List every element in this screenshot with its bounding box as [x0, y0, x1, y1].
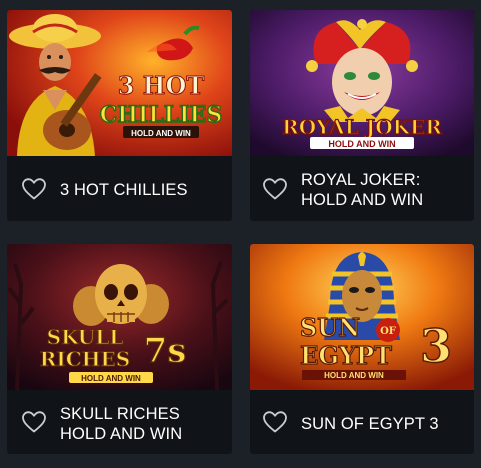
game-title-line1: 3 HOT CHILLIES [60, 181, 188, 199]
game-title: 3 HOT CHILLIES [60, 180, 188, 200]
logo-of: OF [380, 326, 396, 337]
game-title: SKULL RICHES HOLD AND WIN [60, 404, 182, 444]
logo-sub: HOLD AND WIN [324, 371, 384, 380]
game-title-line1: ROYAL JOKER: [301, 171, 421, 189]
logo-num: 3 [420, 319, 452, 373]
heart-outline-icon[interactable] [262, 410, 288, 434]
game-title-line1: SUN OF EGYPT 3 [301, 415, 439, 433]
logo-top: SKULL [47, 325, 124, 349]
game-title-line2: HOLD AND WIN [301, 191, 424, 209]
logo-num: 7s [144, 331, 187, 371]
game-title-line2: HOLD AND WIN [60, 425, 183, 443]
game-title: SUN OF EGYPT 3 [301, 414, 439, 434]
game-card-royal-joker[interactable]: ROYAL JOKER HOLD AND WIN ROYAL JOKER: HO… [250, 10, 474, 221]
game-card-sun-of-egypt-3[interactable]: SUN OF EGYPT 3 HOLD AND WIN SUN OF EGYPT… [250, 244, 474, 454]
heart-outline-icon[interactable] [262, 177, 288, 201]
game-title: ROYAL JOKER: HOLD AND WIN [301, 170, 423, 210]
logo-top: 3 HOT [118, 71, 205, 100]
logo-main: EGYPT [300, 341, 392, 370]
game-card-skull-riches[interactable]: SKULL RICHES 7s HOLD AND WIN SKULL RICHE… [7, 244, 232, 454]
logo-sub: HOLD AND WIN [81, 374, 141, 383]
heart-outline-icon[interactable] [21, 410, 47, 434]
logo-main: ROYAL JOKER [282, 115, 442, 139]
game-thumbnail[interactable]: SUN OF EGYPT 3 HOLD AND WIN [250, 244, 474, 390]
logo-main: CHILLIES [100, 102, 222, 128]
game-thumbnail[interactable]: SKULL RICHES 7s HOLD AND WIN [7, 244, 232, 390]
game-thumbnail[interactable]: ROYAL JOKER HOLD AND WIN [250, 10, 474, 156]
game-thumbnail[interactable]: 3 HOT CHILLIES HOLD AND WIN [7, 10, 232, 156]
logo-sub: HOLD AND WIN [131, 129, 191, 138]
game-title-line1: SKULL RICHES [60, 405, 180, 423]
game-card-3-hot-chillies[interactable]: 3 HOT CHILLIES HOLD AND WIN 3 HOT CHILLI… [7, 10, 232, 221]
logo-top: SUN [300, 313, 360, 342]
logo-sub: HOLD AND WIN [328, 139, 395, 149]
logo-main: RICHES [40, 347, 130, 371]
game-grid: 3 HOT CHILLIES HOLD AND WIN 3 HOT CHILLI… [0, 0, 481, 468]
heart-outline-icon[interactable] [21, 177, 47, 201]
